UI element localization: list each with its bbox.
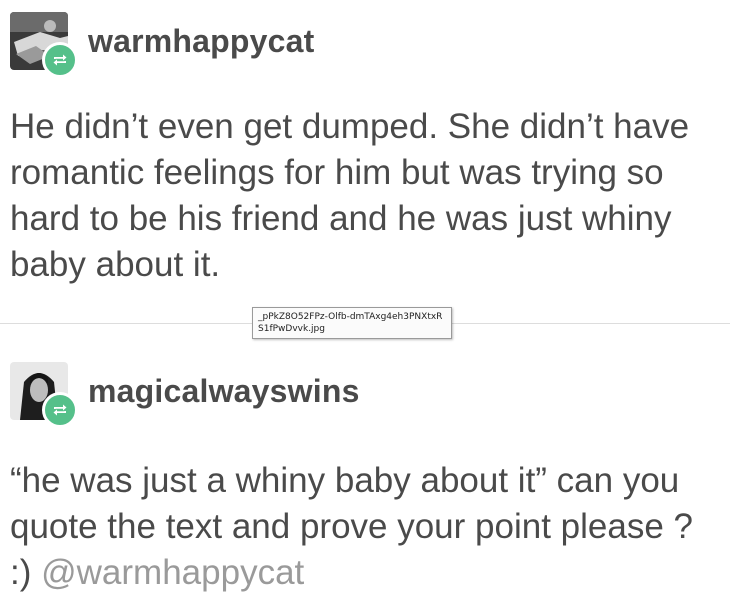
post-header: warmhappycat bbox=[10, 12, 314, 78]
username[interactable]: warmhappycat bbox=[88, 23, 314, 60]
filename-tooltip: _pPkZ8O52FPz-Olfb-dmTAxg4eh3PNXtxRS1fPwD… bbox=[252, 307, 452, 339]
reblog-icon bbox=[42, 392, 78, 428]
post-warmhappycat: warmhappycat He didn’t even get dumped. … bbox=[0, 0, 730, 318]
avatar-container[interactable] bbox=[10, 362, 78, 428]
post-header: magicalwayswins bbox=[10, 362, 360, 428]
avatar-container[interactable] bbox=[10, 12, 78, 78]
post-body: He didn’t even get dumped. She didn’t ha… bbox=[10, 107, 690, 284]
mention-link[interactable]: @warmhappycat bbox=[41, 553, 304, 592]
post-body: “he was just a whiny baby about it” can … bbox=[10, 458, 710, 596]
reblog-icon bbox=[42, 42, 78, 78]
post-magicalwayswins: magicalwayswins “he was just a whiny bab… bbox=[0, 330, 730, 604]
username[interactable]: magicalwayswins bbox=[88, 373, 360, 410]
